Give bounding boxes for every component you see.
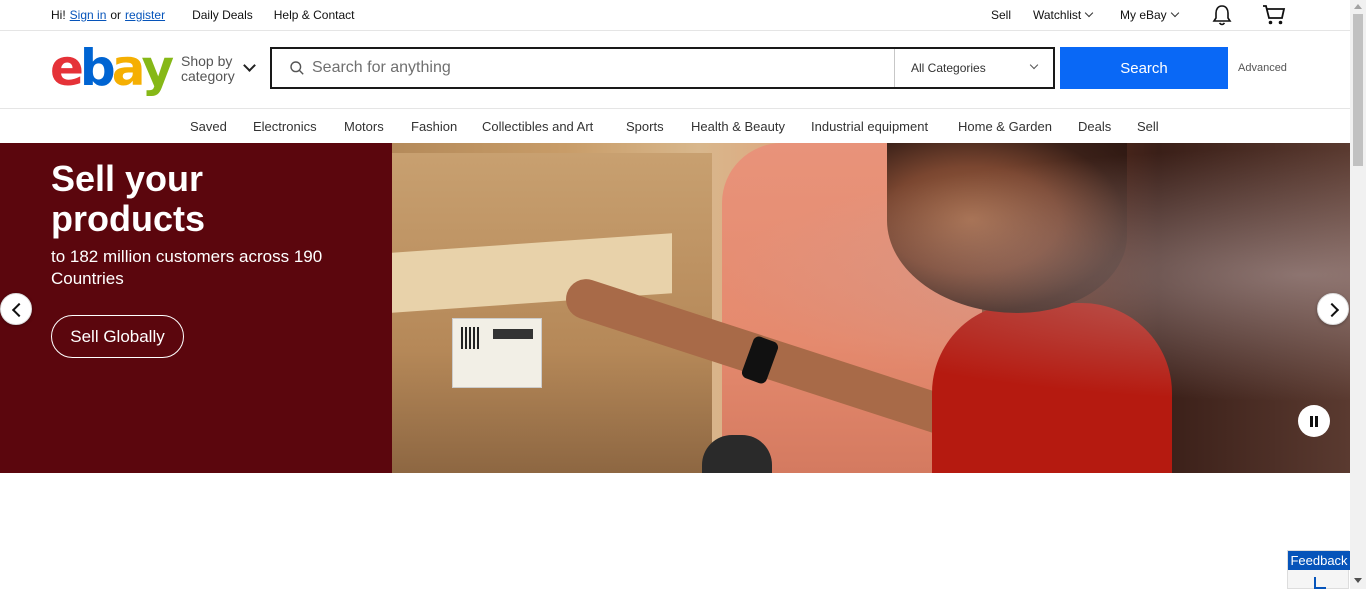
nav-item-electronics[interactable]: Electronics [253,119,317,134]
cart-icon[interactable] [1262,4,1286,29]
my-ebay-dropdown[interactable]: My eBay [1120,8,1179,22]
greeting-text: Hi! [51,8,66,22]
category-nav: Saved Electronics Motors Fashion Collect… [0,110,1350,143]
category-selected-value: All Categories [911,61,986,75]
shop-by-line2: category [181,68,235,84]
hero-photo [392,143,1350,473]
search-icon [290,61,304,75]
logo-letter-a: a [111,39,146,97]
sell-link[interactable]: Sell [991,8,1011,22]
sign-in-link[interactable]: Sign in [70,8,107,22]
nav-item-fashion[interactable]: Fashion [411,119,457,134]
scroll-up-arrow-icon[interactable] [1354,4,1362,9]
top-utility-bar: Hi! Sign in or register Daily Deals Help… [0,0,1350,31]
feedback-label: Feedback [1288,551,1350,570]
daily-deals-link[interactable]: Daily Deals [192,8,253,22]
nav-item-saved[interactable]: Saved [190,119,227,134]
nav-item-motors[interactable]: Motors [344,119,384,134]
search-button[interactable]: Search [1060,47,1228,89]
chevron-down-icon [1029,60,1039,70]
watchlist-label: Watchlist [1033,8,1082,22]
feedback-button[interactable]: Feedback [1287,550,1350,589]
nav-item-sell[interactable]: Sell [1137,119,1159,134]
hero-banner: Sell your products to 182 million custom… [0,143,1350,473]
register-link[interactable]: register [125,8,165,22]
carousel-prev-button[interactable] [0,293,32,325]
hero-text-panel: Sell your products to 182 million custom… [0,143,392,473]
hero-title: Sell your products [51,158,206,239]
page-scrollbar[interactable] [1350,0,1366,589]
nav-item-industrial[interactable]: Industrial equipment [811,119,928,134]
logo-letter-e: e [50,39,84,97]
nav-item-home-garden[interactable]: Home & Garden [958,119,1052,134]
or-text: or [110,8,122,22]
chevron-down-icon [1170,8,1179,18]
nav-item-collectibles[interactable]: Collectibles and Art [482,119,593,134]
logo-letter-b: b [79,39,116,97]
category-select[interactable]: All Categories [894,49,1055,87]
top-bar-left: Hi! Sign in or register Daily Deals Help… [51,8,354,22]
advanced-search-link[interactable]: Advanced [1238,62,1287,74]
chevron-down-icon [1084,8,1094,18]
scroll-down-arrow-icon[interactable] [1354,578,1362,583]
hero-subtitle: to 182 million customers across 190 Coun… [51,247,323,288]
carousel-next-button[interactable] [1317,293,1349,325]
logo-letter-y: y [141,39,174,97]
chevron-down-icon[interactable] [243,59,256,72]
nav-item-deals[interactable]: Deals [1078,119,1111,134]
help-contact-link[interactable]: Help & Contact [274,8,355,22]
shop-by-category-button[interactable]: Shop by category [181,54,235,84]
bell-icon[interactable] [1212,4,1232,29]
pencil-icon [1314,577,1326,589]
search-input[interactable] [312,51,892,85]
cart-icon-svg [1263,5,1286,25]
sell-globally-button[interactable]: Sell Globally [51,315,184,358]
bell-icon-svg [1212,5,1232,26]
nav-item-health-beauty[interactable]: Health & Beauty [691,119,785,134]
main-header: ebay Shop by category All Categories Sea… [0,31,1350,109]
my-ebay-label: My eBay [1120,8,1167,22]
shop-by-line1: Shop by [181,53,233,69]
scrollbar-thumb[interactable] [1353,14,1363,166]
carousel-pause-button[interactable] [1298,405,1330,437]
watchlist-dropdown[interactable]: Watchlist [1033,8,1094,22]
photo-light [392,143,1350,473]
nav-item-sports[interactable]: Sports [626,119,664,134]
search-bar: All Categories [270,47,1055,89]
ebay-logo[interactable]: ebay [50,39,174,97]
